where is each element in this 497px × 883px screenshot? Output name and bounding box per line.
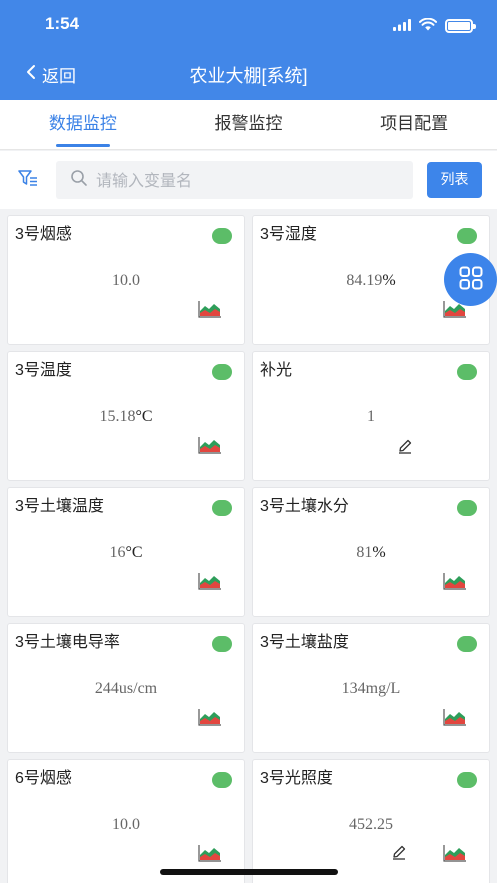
sensor-value: 452.25 [349, 816, 393, 833]
sensor-name: 3号土壤电导率 [15, 634, 120, 651]
page-title: 农业大棚[系统] [189, 66, 308, 86]
search-icon [70, 169, 88, 191]
status-dot-icon [457, 772, 477, 788]
sensor-card[interactable]: 3号土壤电导率 244us/cm [7, 623, 245, 753]
area-chart-icon[interactable] [443, 572, 467, 594]
sensor-name: 6号烟感 [15, 770, 72, 787]
sensor-card[interactable]: 3号光照度 452.25 [252, 759, 490, 883]
sensor-card[interactable]: 3号土壤水分 81% [252, 487, 490, 617]
area-chart-icon[interactable] [198, 300, 222, 322]
sensor-value-wrap: 134mg/L [253, 680, 489, 698]
pencil-icon[interactable] [397, 438, 413, 458]
sensor-name: 3号温度 [15, 362, 72, 379]
sensor-unit: % [372, 544, 386, 561]
sensor-card[interactable]: 6号烟感 10.0 [7, 759, 245, 883]
status-icons [393, 16, 476, 35]
sensor-name: 3号光照度 [260, 770, 333, 787]
sensor-value-wrap: 452.25 [253, 816, 489, 834]
home-indicator [160, 869, 338, 875]
wifi-icon [419, 16, 437, 35]
fab-grid-button[interactable] [444, 253, 497, 306]
sensor-card[interactable]: 3号温度 15.18°C [7, 351, 245, 481]
sensor-name: 3号土壤温度 [15, 498, 104, 515]
sensor-name: 3号烟感 [15, 226, 72, 243]
status-time: 1:54 [45, 14, 80, 33]
sensor-name: 3号湿度 [260, 226, 317, 243]
sensor-value: 84.19 [346, 272, 383, 289]
search-bar: 列表 [0, 151, 497, 209]
area-chart-icon[interactable] [443, 844, 467, 866]
area-chart-icon[interactable] [198, 844, 222, 866]
sensor-value: 10.0 [112, 272, 140, 289]
search-input[interactable] [96, 170, 376, 190]
sensor-value-wrap: 10.0 [8, 816, 244, 834]
pencil-icon[interactable] [391, 844, 407, 864]
status-dot-icon [457, 364, 477, 380]
status-dot-icon [212, 636, 232, 652]
area-chart-icon[interactable] [443, 708, 467, 730]
area-chart-icon[interactable] [198, 436, 222, 458]
sensor-value: 81 [356, 544, 373, 561]
area-chart-icon[interactable] [198, 708, 222, 730]
sensor-value: 10.0 [112, 816, 140, 833]
sensor-card[interactable]: 3号烟感 10.0 [7, 215, 245, 345]
sensor-value-wrap: 81% [253, 544, 489, 562]
status-dot-icon [212, 500, 232, 516]
sensor-name: 补光 [260, 362, 293, 379]
sensor-value-wrap: 15.18°C [8, 408, 244, 426]
sensor-card[interactable]: 3号土壤盐度 134mg/L [252, 623, 490, 753]
sensor-unit: °C [135, 408, 153, 425]
status-dot-icon [457, 500, 477, 516]
area-chart-icon[interactable] [198, 572, 222, 594]
sensor-value: 1 [367, 408, 375, 425]
battery-icon [445, 18, 476, 33]
sensor-value-wrap: 16°C [8, 544, 244, 562]
status-dot-icon [212, 228, 232, 244]
status-dot-icon [212, 772, 232, 788]
tab-bar: 数据监控 报警监控 项目配置 [0, 100, 497, 150]
tab-alarm-monitor[interactable]: 报警监控 [166, 100, 332, 149]
filter-icon[interactable] [18, 169, 38, 191]
signal-icon [393, 16, 411, 35]
status-dot-icon [457, 636, 477, 652]
sensor-unit: °C [125, 544, 143, 561]
status-dot-icon [457, 228, 477, 244]
sensor-value: 15.18 [99, 408, 136, 425]
tab-data-monitor[interactable]: 数据监控 [0, 100, 166, 149]
sensor-value-wrap: 244us/cm [8, 680, 244, 698]
sensor-value: 134mg/L [341, 680, 401, 697]
tab-project-config[interactable]: 项目配置 [331, 100, 497, 149]
sensor-name: 3号土壤盐度 [260, 634, 349, 651]
grid-icon [459, 266, 483, 294]
sensor-value: 244us/cm [94, 680, 158, 697]
sensor-card[interactable]: 3号土壤温度 16°C [7, 487, 245, 617]
sensor-value-wrap: 10.0 [8, 272, 244, 290]
sensor-value: 16 [109, 544, 126, 561]
sensor-card[interactable]: 补光 1 [252, 351, 490, 481]
list-button[interactable]: 列表 [427, 162, 482, 198]
app-header: 1:54 返回 农业大棚[系统] [0, 0, 497, 100]
search-box [56, 161, 413, 199]
sensor-unit: % [382, 272, 396, 289]
sensor-value-wrap: 1 [253, 408, 489, 426]
status-dot-icon [212, 364, 232, 380]
sensor-name: 3号土壤水分 [260, 498, 349, 515]
